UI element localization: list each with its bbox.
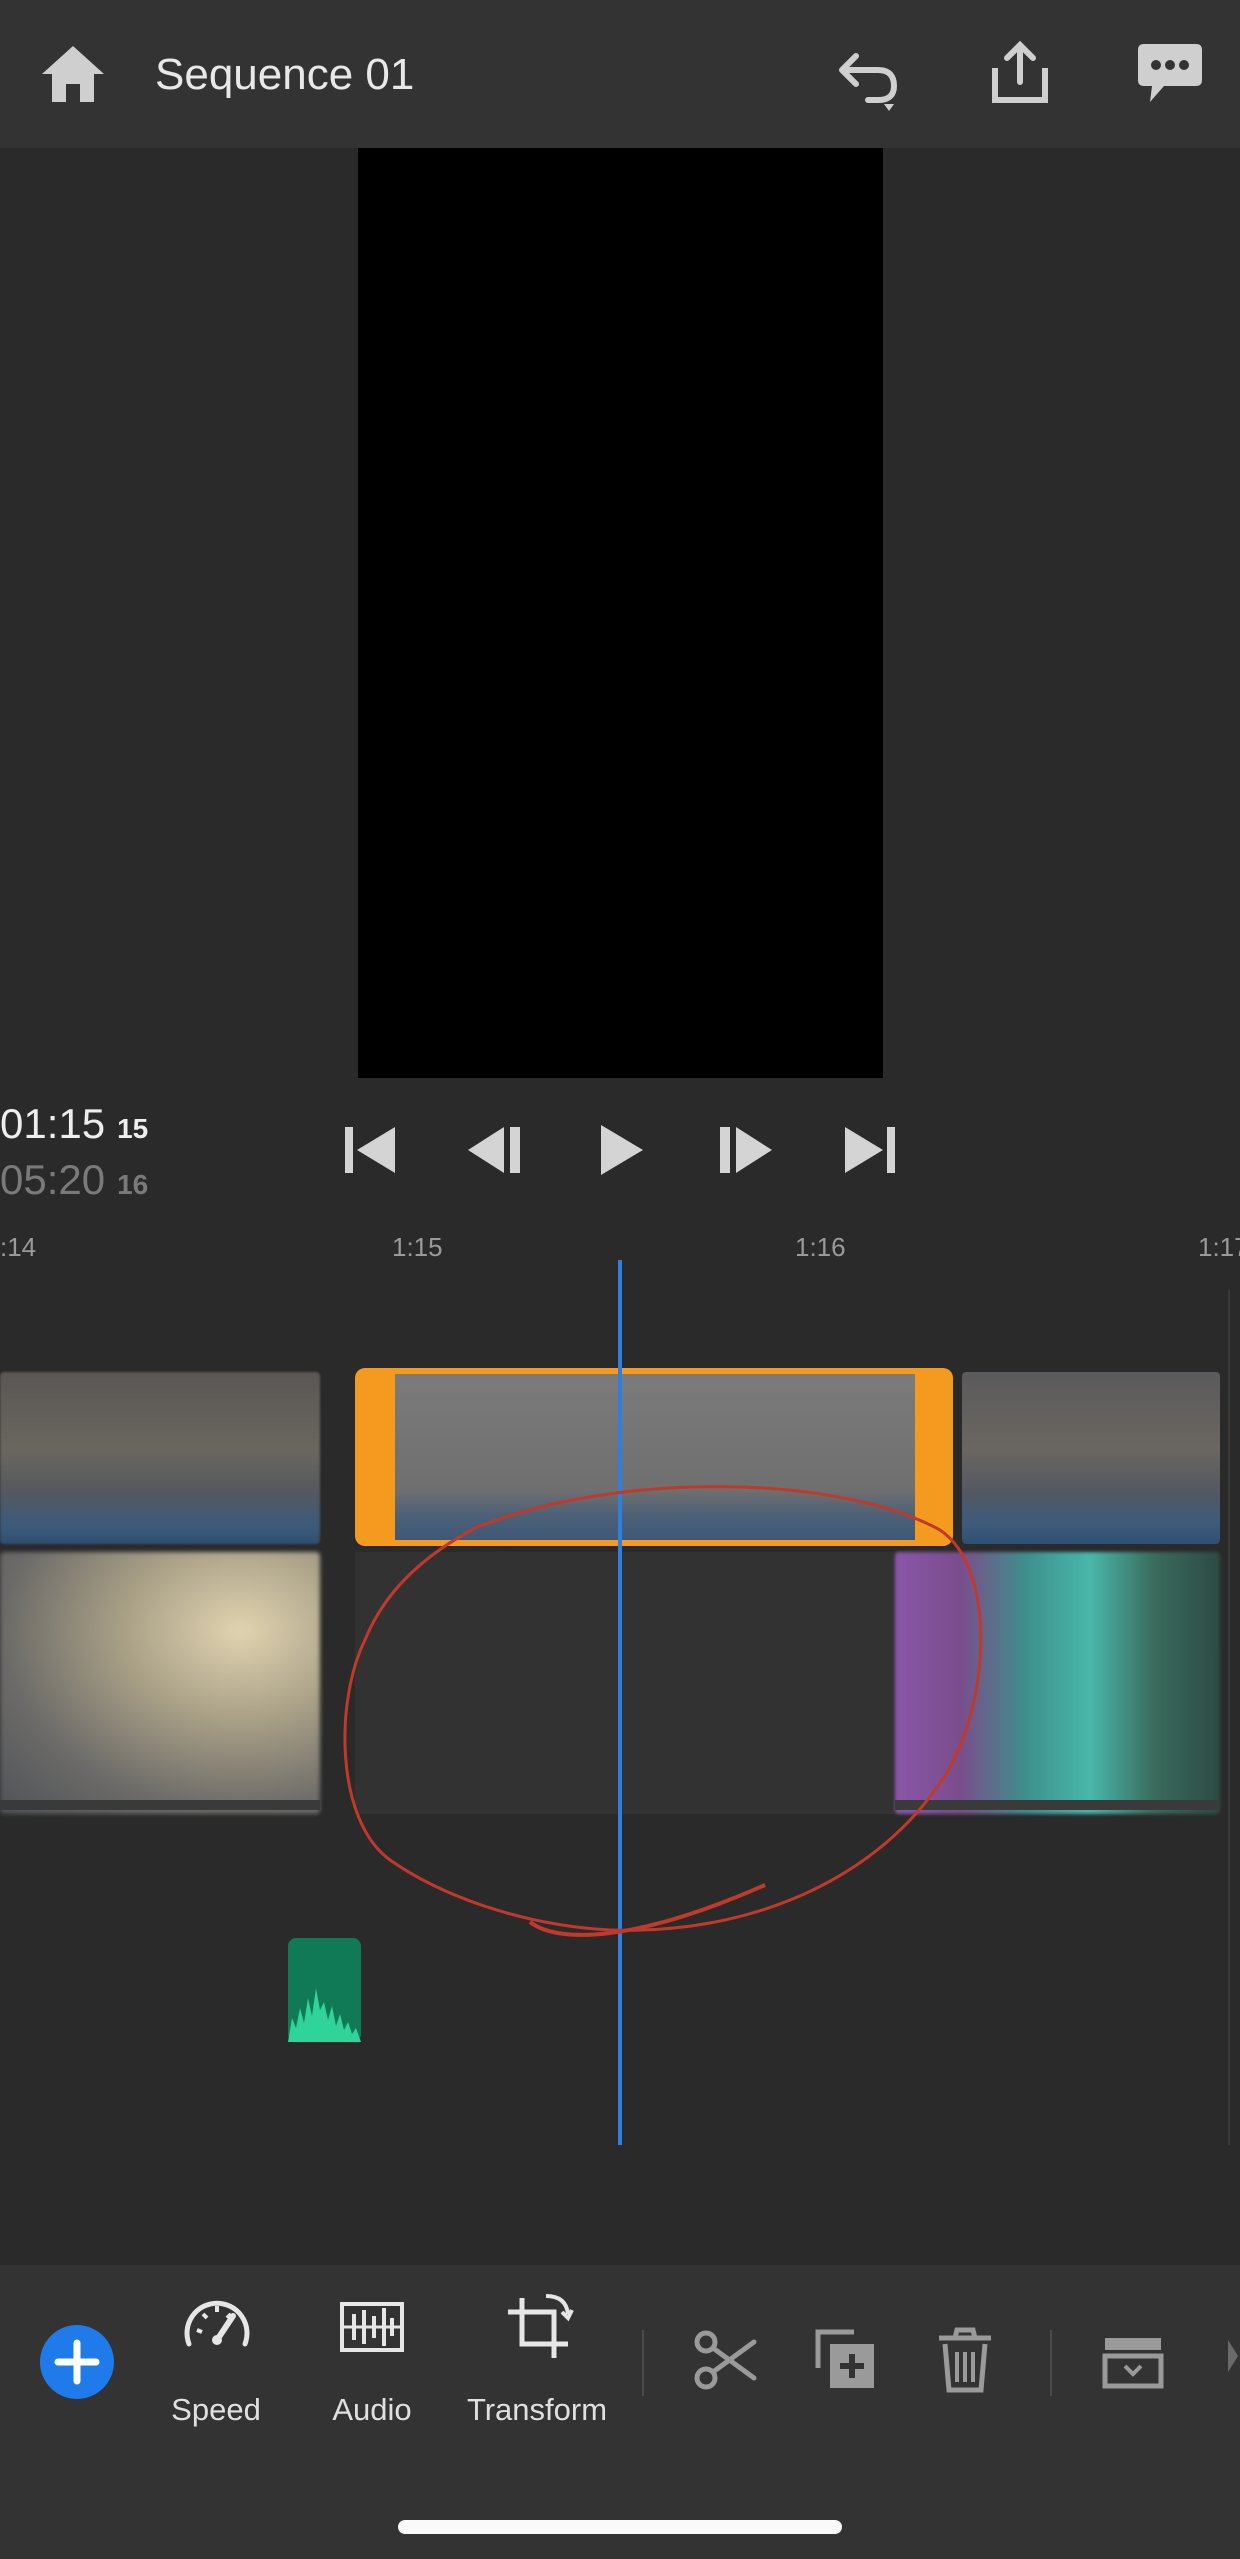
tray-icon[interactable]	[1095, 2322, 1171, 2398]
add-media-button[interactable]	[40, 2325, 114, 2399]
total-time: 05:20	[0, 1156, 106, 1203]
more-tools-chevron-icon[interactable]	[1224, 2336, 1240, 2376]
video-clip-track2[interactable]	[0, 1552, 320, 1814]
ruler-tick: :14	[0, 1232, 37, 1262]
trash-icon[interactable]	[927, 2322, 1003, 2398]
home-icon[interactable]	[38, 40, 108, 110]
feedback-icon[interactable]	[1130, 40, 1210, 110]
toolbar-divider	[642, 2330, 644, 2396]
toolbar-divider	[1050, 2330, 1052, 2396]
current-time: 01:15	[0, 1100, 106, 1147]
home-indicator[interactable]	[398, 2520, 842, 2534]
share-icon[interactable]	[985, 38, 1055, 108]
undo-icon[interactable]	[828, 40, 908, 116]
video-clip[interactable]	[962, 1372, 1220, 1544]
sequence-title[interactable]: Sequence 01	[155, 50, 414, 100]
transform-icon[interactable]	[500, 2290, 576, 2366]
ruler-tick: 1:16	[795, 1232, 846, 1262]
transform-label[interactable]: Transform	[452, 2392, 622, 2428]
audio-label[interactable]: Audio	[302, 2392, 442, 2428]
scissors-icon[interactable]	[688, 2322, 764, 2398]
video-clip[interactable]	[0, 1372, 320, 1544]
total-duration: 05:20 16	[0, 1156, 148, 1204]
waveform-icon	[288, 1988, 361, 2042]
plus-icon	[54, 2339, 100, 2385]
skip-to-end-icon[interactable]	[835, 1115, 905, 1185]
track-gap	[355, 1552, 900, 1814]
playhead[interactable]	[618, 1260, 622, 2145]
duplicate-icon[interactable]	[808, 2322, 884, 2398]
current-frames: 15	[117, 1113, 149, 1144]
ruler-tick: 1:15	[392, 1232, 443, 1262]
total-frames: 16	[117, 1169, 149, 1200]
audio-icon[interactable]	[334, 2290, 410, 2366]
speed-label[interactable]: Speed	[146, 2392, 286, 2428]
skip-to-start-icon[interactable]	[335, 1115, 405, 1185]
audio-clip[interactable]	[288, 1938, 361, 2042]
step-forward-icon[interactable]	[710, 1115, 780, 1185]
audio-waveform	[0, 1800, 320, 1810]
audio-waveform	[895, 1800, 1220, 1810]
video-clip-track2[interactable]	[895, 1552, 1220, 1814]
video-preview[interactable]	[358, 148, 883, 1078]
step-back-icon[interactable]	[460, 1115, 530, 1185]
selected-clip[interactable]	[395, 1374, 915, 1540]
timeline-scrollbar[interactable]	[1228, 1290, 1230, 2145]
ruler-tick: 1:17	[1198, 1232, 1240, 1262]
speed-icon[interactable]	[179, 2290, 255, 2366]
play-icon[interactable]	[585, 1115, 655, 1185]
current-timecode: 01:15 15	[0, 1100, 148, 1148]
